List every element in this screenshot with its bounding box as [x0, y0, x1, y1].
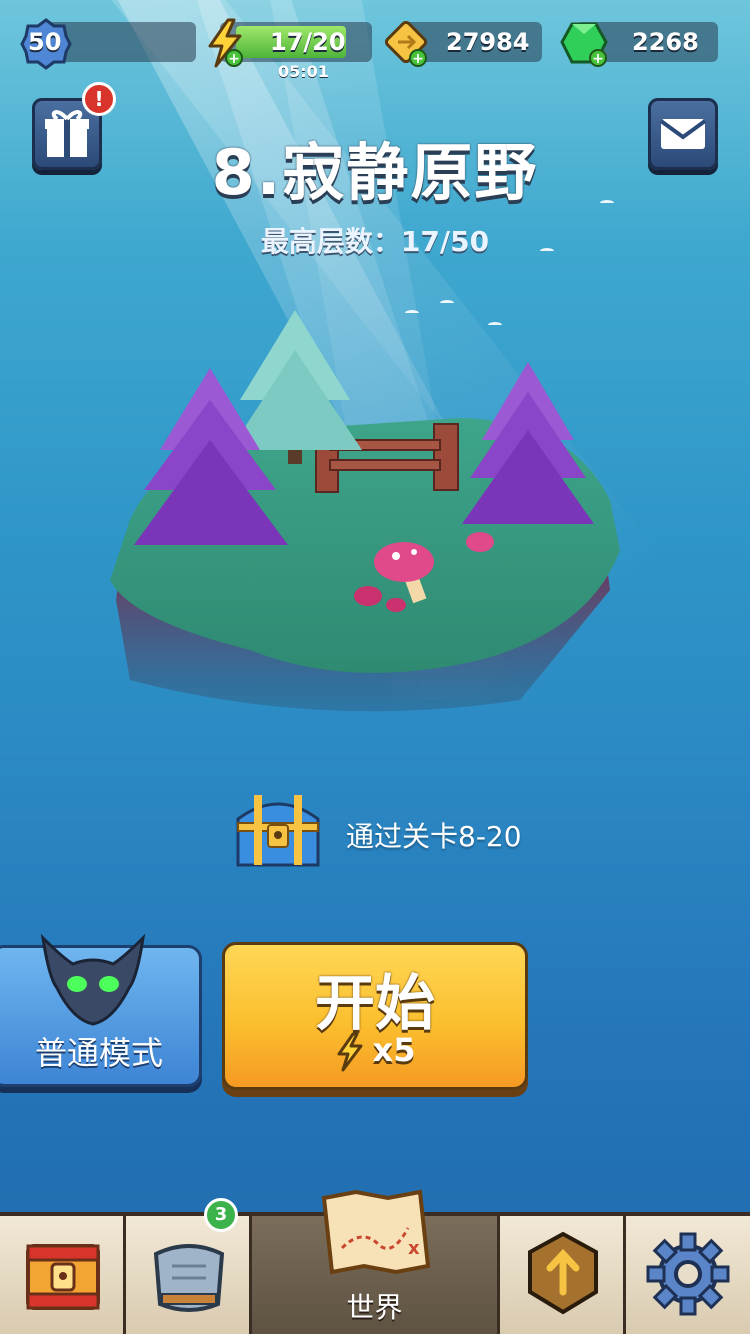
svg-text:+: +	[592, 51, 604, 67]
gear-icon	[646, 1232, 730, 1316]
normal-mode-button[interactable]: 普通模式	[0, 933, 202, 1087]
highest-floor: 最高层数：17/50	[260, 225, 490, 258]
coin-count: 27984	[446, 28, 530, 56]
gem-icon: +	[560, 22, 608, 67]
nav-settings[interactable]	[626, 1216, 750, 1334]
bottom-nav: 3 x 世界	[0, 1189, 750, 1334]
lightning-icon: +	[208, 18, 243, 68]
treasure-chest-icon	[236, 795, 320, 867]
nav-upgrade[interactable]	[500, 1216, 626, 1334]
world-title: 8.寂静原野	[211, 136, 539, 209]
nav-world[interactable]: x 世界	[252, 1189, 500, 1334]
start-cost: x5	[225, 1031, 525, 1072]
gift-notification-badge: !	[82, 82, 116, 116]
world-label: 世界	[346, 1291, 403, 1324]
island-illustration[interactable]	[100, 300, 630, 720]
armor-icon	[153, 1244, 225, 1312]
level-reward[interactable]: 通过关卡8-20	[228, 785, 548, 875]
upgrade-arrow-icon	[528, 1231, 598, 1315]
map-icon: x	[321, 1189, 431, 1275]
start-label: 开始	[315, 969, 435, 1039]
chest-nav-icon	[26, 1244, 100, 1310]
svg-text:+: +	[228, 51, 240, 67]
nav-equipment[interactable]	[126, 1216, 252, 1334]
lightning-icon	[337, 1032, 363, 1072]
armor-notification-badge: 3	[204, 1198, 238, 1232]
ticket-icon: +	[384, 20, 428, 67]
svg-text:x: x	[408, 1238, 420, 1259]
energy-count: 17/20	[270, 28, 346, 56]
svg-text:+: +	[412, 51, 424, 67]
resource-bar: 50 + 17/20 05:01 + 27984 + 2268	[0, 18, 750, 81]
energy-timer: 05:01	[278, 62, 329, 81]
player-level: 50	[28, 28, 62, 56]
nav-chest[interactable]	[0, 1216, 126, 1334]
mode-label: 普通模式	[34, 1034, 163, 1072]
demon-mask-icon	[40, 933, 146, 1026]
energy-cost: x5	[372, 1031, 416, 1069]
gem-count: 2268	[632, 28, 699, 56]
reward-condition: 通过关卡8-20	[346, 820, 522, 853]
start-button[interactable]: 开始 x5	[222, 942, 528, 1090]
